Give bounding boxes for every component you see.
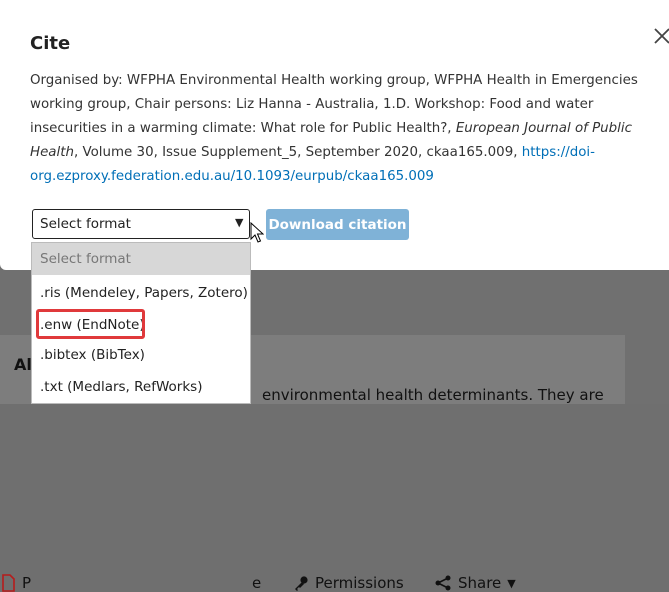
format-option-bibtex[interactable]: .bibtex (BibTex) — [32, 339, 250, 371]
pdf-label: P — [22, 574, 32, 592]
modal-title: Cite — [30, 33, 71, 54]
abstract-body-text: environmental health determinants. They … — [262, 386, 604, 404]
pdf-toolbar-item[interactable]: P — [0, 574, 31, 592]
share-toolbar-partial: e — [252, 574, 262, 592]
format-select-value: Select format — [40, 216, 131, 232]
citation-text: Organised by: WFPHA Environmental Health… — [30, 69, 660, 189]
format-option-ris[interactable]: .ris (Mendeley, Papers, Zotero) — [32, 277, 250, 309]
permissions-label: Permissions — [315, 574, 404, 592]
caret-down-icon: ▼ — [235, 216, 244, 229]
cite-modal: Cite Organised by: WFPHA Environmental H… — [0, 0, 669, 270]
download-citation-button[interactable]: Download citation — [266, 209, 409, 240]
format-options-list: Select format .ris (Mendeley, Papers, Zo… — [31, 242, 251, 404]
highlight-annotation-box — [36, 309, 145, 339]
format-option-txt[interactable]: .txt (Medlars, RefWorks) — [32, 371, 250, 403]
abstract-heading: Al — [14, 355, 32, 374]
citation-details: , Volume 30, Issue Supplement_5, Septemb… — [73, 145, 522, 160]
key-icon — [295, 576, 308, 591]
mouse-pointer-icon — [250, 222, 264, 243]
format-select[interactable]: Select format ▼ — [32, 209, 250, 239]
share-label: Share — [458, 574, 502, 592]
close-button[interactable] — [652, 24, 669, 48]
close-icon — [654, 28, 669, 44]
share-toolbar-item[interactable]: Share ▼ — [434, 574, 516, 592]
pdf-icon — [2, 574, 15, 592]
share-icon — [435, 575, 451, 591]
permissions-toolbar-item[interactable]: Permissions — [293, 574, 404, 592]
format-option-placeholder[interactable]: Select format — [32, 243, 250, 275]
chevron-down-icon: ▼ — [507, 576, 516, 590]
